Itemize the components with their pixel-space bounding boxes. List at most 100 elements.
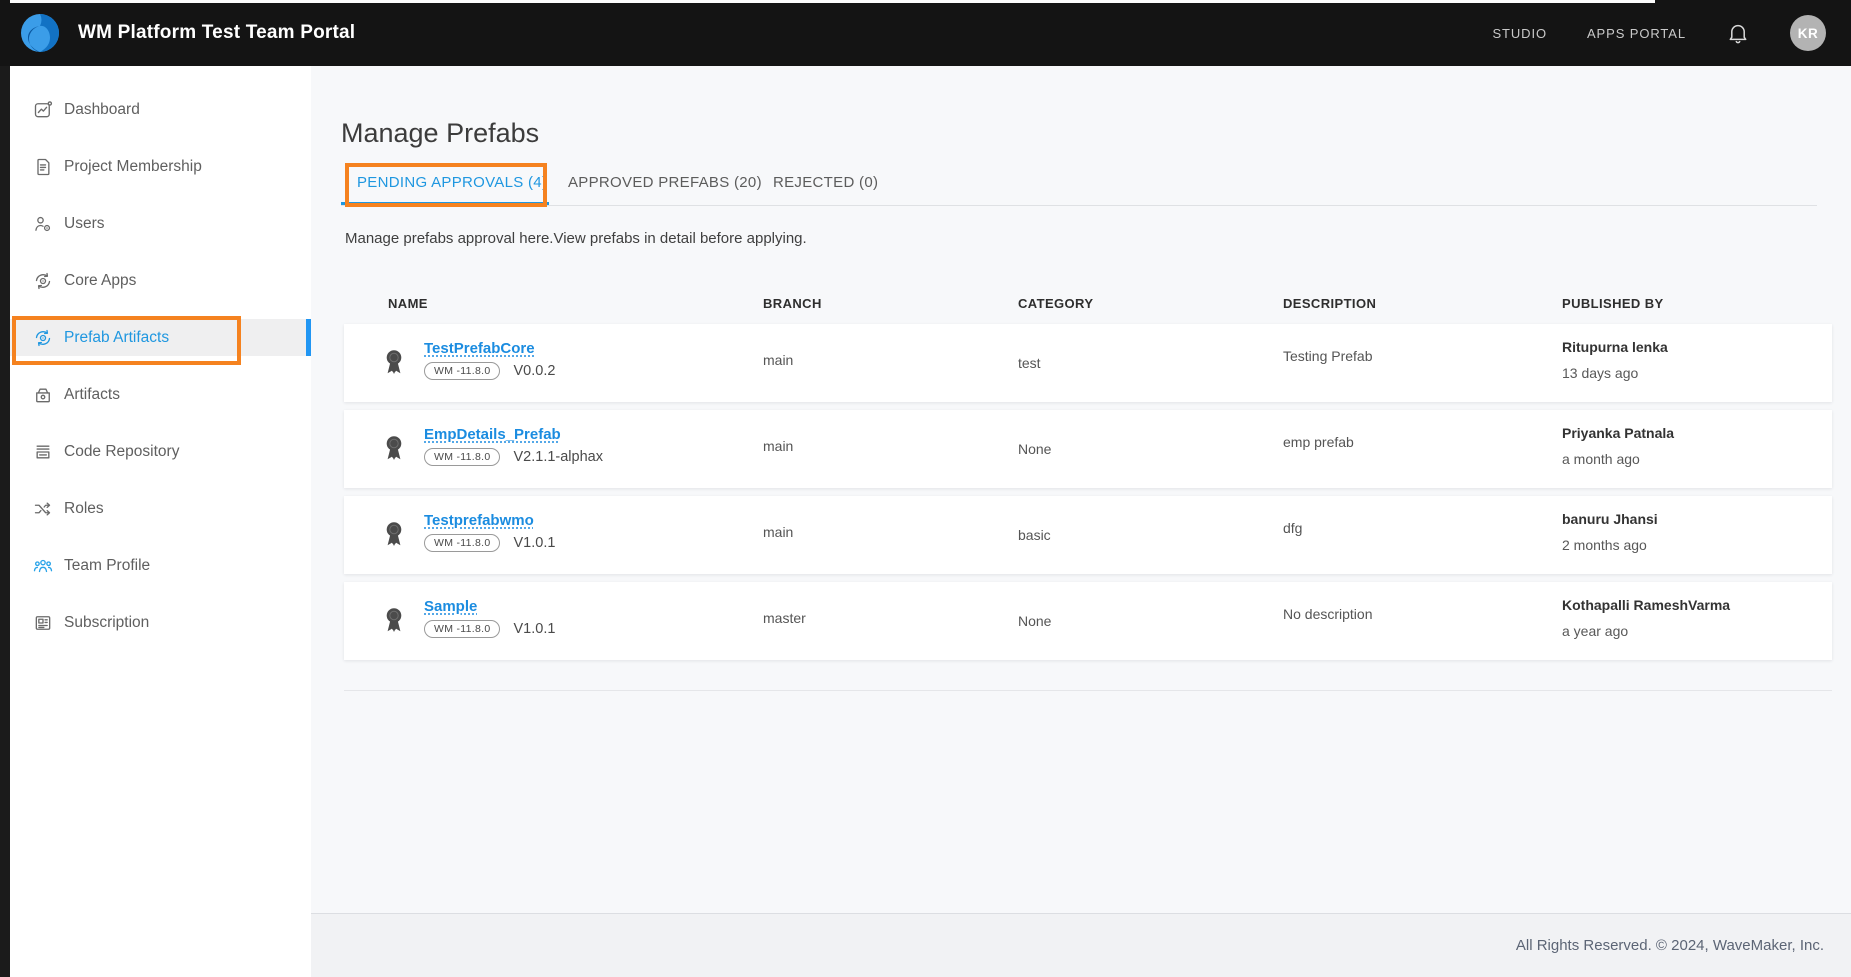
sidebar-item-core-apps[interactable]: Core Apps (10, 252, 311, 309)
cell-published-ago: a month ago (1562, 451, 1640, 467)
sidebar-item-team-profile[interactable]: Team Profile (10, 537, 311, 594)
dashboard-icon (33, 100, 53, 120)
sidebar-item-users[interactable]: Users (10, 195, 311, 252)
sidebar-item-subscription[interactable]: Subscription (10, 594, 311, 651)
sidebar-item-label: Dashboard (64, 101, 140, 119)
sidebar-item-dashboard[interactable]: Dashboard (10, 81, 311, 138)
cell-description: emp prefab (1283, 434, 1354, 450)
prefab-name-link[interactable]: Testprefabwmo (424, 512, 534, 529)
sidebar-item-label: Team Profile (64, 557, 150, 575)
tab-approved-prefabs[interactable]: APPROVED PREFABS (20) (568, 174, 762, 191)
shuffle-icon (33, 499, 53, 519)
prefab-version: V2.1.1-alphax (513, 449, 602, 465)
gear-sync-icon (33, 271, 53, 291)
page-description: Manage prefabs approval here.View prefab… (345, 230, 807, 247)
user-avatar[interactable]: KR (1790, 15, 1826, 51)
column-header-name: NAME (388, 296, 428, 311)
cell-category: None (1018, 441, 1051, 457)
column-header-published-by: PUBLISHED BY (1562, 296, 1664, 311)
wavemaker-logo-icon (20, 13, 60, 53)
document-icon (33, 157, 53, 177)
footer: All Rights Reserved. © 2024, WaveMaker, … (311, 913, 1851, 977)
sidebar-item-label: Artifacts (64, 386, 120, 404)
cell-category: None (1018, 613, 1051, 629)
team-icon (33, 556, 53, 576)
wm-version-badge: WM -11.8.0 (424, 448, 500, 466)
table-row: EmpDetails_Prefab WM -11.8.0 V2.1.1-alph… (344, 410, 1832, 488)
sidebar: Dashboard Project Membership (10, 66, 311, 977)
sidebar-item-code-repository[interactable]: Code Repository (10, 423, 311, 480)
sidebar-item-roles[interactable]: Roles (10, 480, 311, 537)
sidebar-item-label: Project Membership (64, 158, 202, 176)
cell-branch: main (763, 438, 793, 454)
studio-link[interactable]: STUDIO (1492, 26, 1547, 41)
wm-version-badge: WM -11.8.0 (424, 362, 500, 380)
sidebar-item-prefab-artifacts[interactable]: Prefab Artifacts (10, 309, 311, 366)
wm-version-badge: WM -11.8.0 (424, 534, 500, 552)
table-row: Testprefabwmo WM -11.8.0 V1.0.1 main bas… (344, 496, 1832, 574)
sidebar-item-label: Prefab Artifacts (64, 329, 169, 347)
cell-published-by: Priyanka Patnala (1562, 425, 1674, 441)
prefab-name-link[interactable]: Sample (424, 598, 477, 615)
sidebar-item-label: Core Apps (64, 272, 136, 290)
prefab-version: V1.0.1 (513, 535, 555, 551)
tab-pending-approvals[interactable]: PENDING APPROVALS (4) (357, 174, 547, 191)
copyright-text: All Rights Reserved. © 2024, WaveMaker, … (1516, 937, 1824, 954)
sidebar-item-label: Users (64, 215, 104, 233)
prefab-table: TestPrefabCore WM -11.8.0 V0.0.2 main te… (344, 324, 1832, 668)
table-header-row: NAME BRANCH CATEGORY DESCRIPTION PUBLISH… (344, 296, 1832, 316)
user-gear-icon (33, 214, 53, 234)
topbar-actions: STUDIO APPS PORTAL KR (1492, 0, 1826, 66)
window-top-edge (10, 0, 1655, 3)
cell-published-ago: 13 days ago (1562, 365, 1638, 381)
repository-icon (33, 442, 53, 462)
prefab-version: V0.0.2 (513, 363, 555, 379)
sidebar-item-label: Code Repository (64, 443, 179, 461)
cell-branch: main (763, 524, 793, 540)
tabs-divider (341, 205, 1817, 206)
notifications-bell-icon[interactable] (1726, 21, 1750, 45)
table-row: TestPrefabCore WM -11.8.0 V0.0.2 main te… (344, 324, 1832, 402)
column-header-description: DESCRIPTION (1283, 296, 1376, 311)
sidebar-item-label: Subscription (64, 614, 149, 632)
cell-description: No description (1283, 606, 1373, 622)
wm-version-badge: WM -11.8.0 (424, 620, 500, 638)
cell-published-by: Ritupurna lenka (1562, 339, 1668, 355)
top-header-bar: WM Platform Test Team Portal STUDIO APPS… (0, 0, 1851, 66)
app-root: WM Platform Test Team Portal STUDIO APPS… (0, 0, 1851, 977)
apps-portal-link[interactable]: APPS PORTAL (1587, 26, 1686, 41)
prefab-medal-icon (378, 518, 410, 550)
active-tab-underline (341, 202, 549, 205)
tab-rejected[interactable]: REJECTED (0) (773, 174, 878, 191)
selected-item-accent-bar (306, 319, 311, 356)
portal-title: WM Platform Test Team Portal (78, 13, 355, 53)
brand: WM Platform Test Team Portal (20, 13, 355, 53)
cell-description: Testing Prefab (1283, 348, 1373, 364)
column-header-branch: BRANCH (763, 296, 822, 311)
cell-branch: main (763, 352, 793, 368)
prefab-name-link[interactable]: EmpDetails_Prefab (424, 426, 561, 443)
sidebar-item-label: Roles (64, 500, 104, 518)
prefab-medal-icon (378, 604, 410, 636)
cell-category: test (1018, 355, 1041, 371)
sidebar-nav: Dashboard Project Membership (10, 66, 311, 651)
table-bottom-divider (344, 690, 1832, 691)
column-header-category: CATEGORY (1018, 296, 1093, 311)
prefab-medal-icon (378, 346, 410, 378)
sidebar-item-artifacts[interactable]: Artifacts (10, 366, 311, 423)
page-title: Manage Prefabs (341, 118, 539, 149)
cell-category: basic (1018, 527, 1051, 543)
cell-published-by: Kothapalli RameshVarma (1562, 597, 1730, 613)
newspaper-icon (33, 613, 53, 633)
prefab-medal-icon (378, 432, 410, 464)
archive-box-icon (33, 385, 53, 405)
cell-branch: master (763, 610, 806, 626)
prefab-name-link[interactable]: TestPrefabCore (424, 340, 535, 357)
sidebar-item-project-membership[interactable]: Project Membership (10, 138, 311, 195)
table-row: Sample WM -11.8.0 V1.0.1 master None No … (344, 582, 1832, 660)
gear-sync-icon (33, 328, 53, 348)
cell-published-by: banuru Jhansi (1562, 511, 1658, 527)
cell-description: dfg (1283, 520, 1302, 536)
main-content: Manage Prefabs PENDING APPROVALS (4) APP… (311, 66, 1851, 977)
cell-published-ago: a year ago (1562, 623, 1628, 639)
